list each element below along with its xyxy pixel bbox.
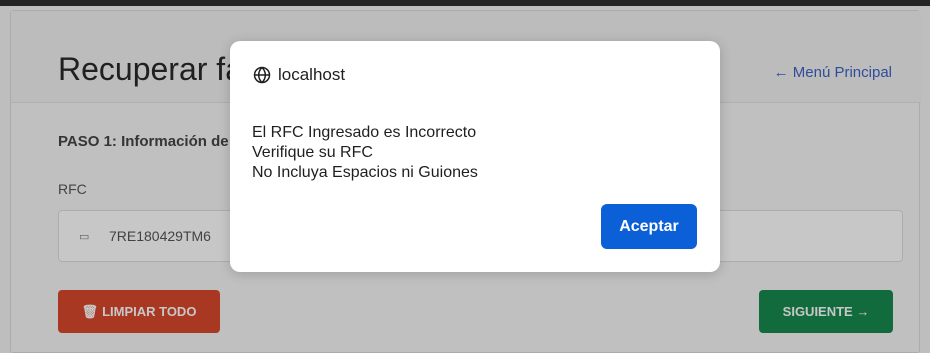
dialog-message-line: El RFC Ingresado es Incorrecto [252,124,477,141]
dialog-title: localhost [252,65,345,85]
dialog-title-text: localhost [278,65,346,84]
globe-icon [253,66,271,84]
accept-button[interactable]: Aceptar [601,204,697,249]
alert-dialog: localhost El RFC Ingresado es Incorrecto… [230,41,720,272]
dialog-message-line: Verifique su RFC [252,144,373,161]
dialog-message-line: No Incluya Espacios ni Guiones [252,164,478,181]
dialog-message: El RFC Ingresado es Incorrecto Verifique… [252,123,478,183]
